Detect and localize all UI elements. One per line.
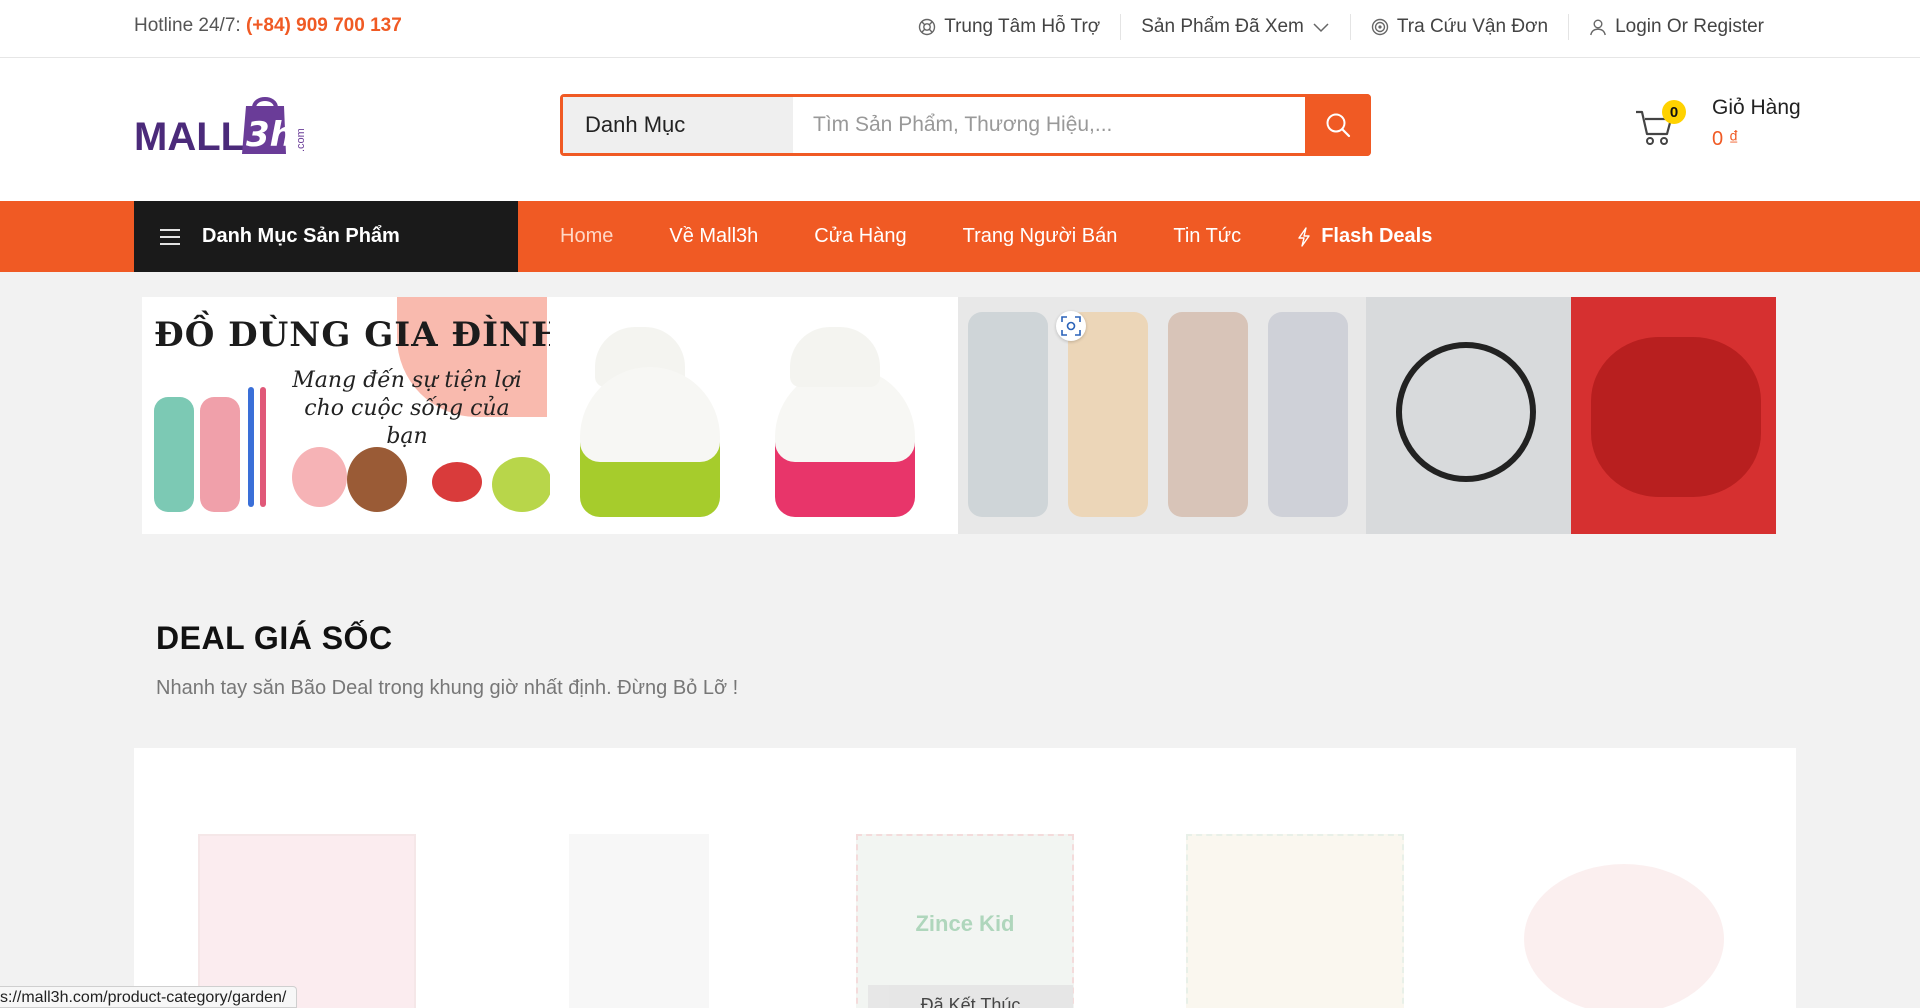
top-links: Trung Tâm Hỗ Trợ Sản Phẩm Đã Xem Tra Cứu… xyxy=(898,14,1784,40)
banner-black-cables xyxy=(1366,297,1571,534)
toothbrush-cup-teal xyxy=(154,397,194,512)
banner-title: ĐỒ DÙNG GIA ĐÌNH xyxy=(154,315,550,355)
viewed-products-dropdown[interactable]: Sản Phẩm Đã Xem xyxy=(1120,14,1350,40)
banner-subtitle-line1: Mang đến sự tiện lợi xyxy=(292,368,522,393)
category-menu-label: Danh Mục Sản Phẩm xyxy=(202,225,400,247)
nav-seller-page[interactable]: Trang Người Bán xyxy=(963,225,1118,248)
hotline-label: Hotline 24/7: xyxy=(134,15,241,36)
search-button[interactable] xyxy=(1305,94,1371,156)
top-bar: Hotline 24/7: (+84) 909 700 137 Trung Tâ… xyxy=(0,0,1920,58)
deal-products-panel: Zince Kid xyxy=(134,748,1796,1008)
nav-items: Home Về Mall3h Cửa Hàng Trang Người Bán … xyxy=(560,201,1432,272)
mall3h-logo[interactable]: MALL 3h .com xyxy=(134,92,314,172)
link-preview-statusbar: s://mall3h.com/product-category/garden/ xyxy=(0,986,298,1008)
target-icon xyxy=(1371,18,1389,36)
support-center-label: Trung Tâm Hỗ Trợ xyxy=(944,16,1101,37)
banner-subtitle-line2: cho cuộc sống của bạn xyxy=(304,396,510,449)
product-owl-holders[interactable] xyxy=(1524,834,1744,1008)
category-menu-button[interactable]: Danh Mục Sản Phẩm xyxy=(134,201,518,272)
product-zince-kid-label: Zince Kid xyxy=(856,834,1074,1008)
utensil-frog xyxy=(968,312,1048,517)
logo-text: MALL xyxy=(134,115,245,159)
order-tracking-label: Tra Cứu Vận Đơn xyxy=(1396,16,1549,37)
main-nav: Danh Mục Sản Phẩm Home Về Mall3h Cửa Hàn… xyxy=(0,201,1920,272)
banner-subtitle: Mang đến sự tiện lợi cho cuộc sống của b… xyxy=(282,367,532,451)
logo-mark: 3h xyxy=(246,115,294,155)
chevron-down-icon xyxy=(1313,23,1329,33)
nav-about[interactable]: Về Mall3h xyxy=(669,225,758,248)
nav-home[interactable]: Home xyxy=(560,225,613,248)
bear-holder xyxy=(347,447,407,512)
banner-red-cables xyxy=(1571,297,1776,534)
header: MALL 3h .com Danh Mục 0 Giỏ Hàng 0 ₫ xyxy=(0,58,1920,201)
viewed-products-label: Sản Phẩm Đã Xem xyxy=(1141,16,1304,37)
pig-holder xyxy=(292,447,347,507)
banner-bunny-holders xyxy=(550,297,958,534)
utensil-husky xyxy=(1268,312,1348,517)
nav-shop[interactable]: Cửa Hàng xyxy=(814,225,906,248)
product-toothbrush-set-2[interactable] xyxy=(529,834,749,1008)
image-zoom-icon[interactable] xyxy=(1056,311,1086,341)
product-animal-cups[interactable] xyxy=(1186,834,1406,1008)
search-icon xyxy=(1326,113,1351,138)
hero-banner[interactable]: ĐỒ DÙNG GIA ĐÌNH Mang đến sự tiện lợi ch… xyxy=(142,297,1776,534)
nav-flash-deals[interactable]: Flash Deals xyxy=(1297,225,1432,248)
hotline-number[interactable]: (+84) 909 700 137 xyxy=(246,15,402,36)
bunny-pink-ears xyxy=(790,327,880,387)
black-cable-coil xyxy=(1396,342,1536,482)
user-icon xyxy=(1590,19,1606,36)
toothbrush-blue xyxy=(248,387,254,507)
lightning-icon xyxy=(1298,226,1310,247)
bunny-pink xyxy=(775,367,915,517)
banner-household: ĐỒ DÙNG GIA ĐÌNH Mang đến sự tiện lợi ch… xyxy=(142,297,550,534)
cart-label: Giỏ Hàng xyxy=(1712,96,1801,119)
search-category-select[interactable]: Danh Mục xyxy=(563,97,793,153)
product-zince-kid[interactable]: Zince Kid xyxy=(856,834,1076,1008)
nav-news[interactable]: Tin Tức xyxy=(1173,225,1241,248)
order-tracking-link[interactable]: Tra Cứu Vận Đơn xyxy=(1349,14,1568,40)
cart-count-badge: 0 xyxy=(1662,100,1686,124)
hotline: Hotline 24/7: (+84) 909 700 137 xyxy=(134,15,402,37)
lifebuoy-icon xyxy=(918,18,936,36)
search-bar: Danh Mục xyxy=(560,94,1371,156)
toothbrush-pink xyxy=(260,387,266,507)
red-cable-bundle xyxy=(1591,337,1761,497)
banner-animal-utensils xyxy=(958,297,1366,534)
hamburger-icon xyxy=(160,228,180,245)
bunny-green xyxy=(580,367,720,517)
logo-domain: .com xyxy=(295,128,307,152)
product-toothbrush-set-1[interactable] xyxy=(198,834,418,1008)
toothbrush-cup-pink xyxy=(200,397,240,512)
flash-deals-label: Flash Deals xyxy=(1321,225,1433,247)
cart[interactable]: 0 Giỏ Hàng 0 ₫ xyxy=(1634,96,1804,166)
login-register-link[interactable]: Login Or Register xyxy=(1568,14,1784,40)
deal-section-title: DEAL GIÁ SỐC xyxy=(156,620,393,656)
login-register-label: Login Or Register xyxy=(1615,16,1764,37)
cart-total: 0 ₫ xyxy=(1712,128,1739,150)
utensil-bear-orange xyxy=(1068,312,1148,517)
deal-ended-label: Đã Kết Thúc xyxy=(868,985,1073,1008)
utensil-bear-brown xyxy=(1168,312,1248,517)
red-lunchbox xyxy=(432,462,482,502)
green-bowl xyxy=(492,457,550,512)
support-center-link[interactable]: Trung Tâm Hỗ Trợ xyxy=(898,14,1120,40)
search-input[interactable] xyxy=(793,97,1305,153)
deal-section-subtitle: Nhanh tay săn Bão Deal trong khung giờ n… xyxy=(156,677,739,699)
